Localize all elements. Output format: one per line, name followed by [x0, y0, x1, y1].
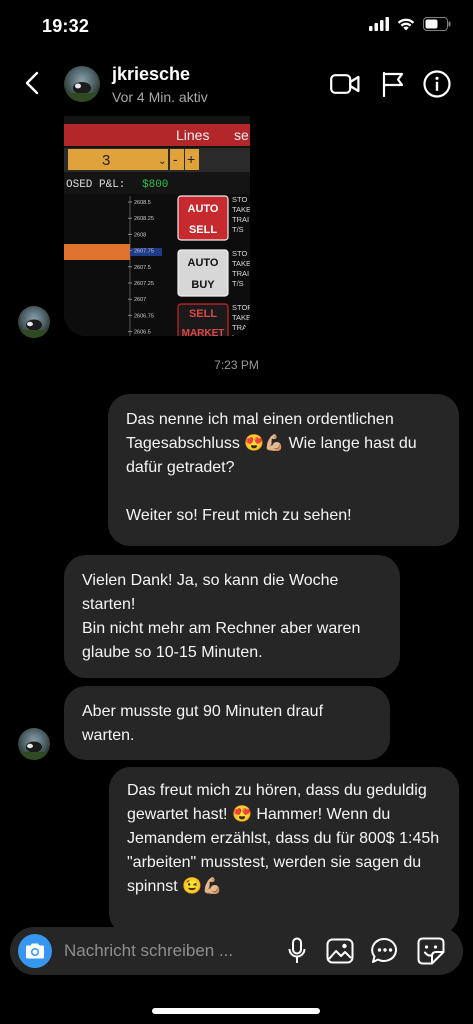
side-label: STO: [232, 195, 247, 204]
sticker-icon[interactable]: [416, 936, 446, 966]
photo-pnl-label: OSED P&L:: [66, 179, 125, 191]
ladder-price: 2607.75: [134, 249, 154, 255]
message-text: Aber musste gut 90 Minuten drauf warten.: [82, 703, 324, 744]
side-label: STO: [232, 249, 247, 258]
battery-icon: [423, 17, 451, 36]
avatar[interactable]: [18, 728, 50, 760]
chat-header: jkriesche Vor 4 Min. aktiv: [0, 52, 473, 116]
side-label: TRAI: [232, 269, 249, 278]
svg-text:+: +: [187, 151, 195, 167]
status-icons: [369, 17, 451, 36]
ladder-price: 2607.5: [134, 265, 151, 271]
ladder-price: 2608: [134, 232, 146, 238]
side-label: TRAI: [232, 215, 249, 224]
svg-text:-: -: [173, 151, 178, 167]
message-bubble-outgoing[interactable]: Das freut mich zu hören, dass du geduldi…: [109, 767, 459, 935]
side-label: TAKE: [232, 313, 250, 322]
wifi-icon: [397, 17, 415, 36]
contact-username[interactable]: jkriesche: [112, 64, 190, 85]
info-icon[interactable]: [421, 68, 453, 100]
photo-tab-label: Lines: [176, 127, 209, 143]
side-label: T/S: [232, 333, 244, 336]
message-timestamp: 7:23 PM: [214, 358, 259, 372]
microphone-icon[interactable]: [282, 936, 312, 966]
message-input[interactable]: [64, 927, 264, 975]
auto-buy-label-2: BUY: [191, 279, 215, 291]
side-label: TAKE: [232, 259, 250, 268]
ladder-price: 2606.75: [134, 313, 154, 319]
message-bubble-outgoing[interactable]: Das nenne ich mal einen ordentlichen Tag…: [108, 394, 459, 546]
auto-buy-label-1: AUTO: [188, 257, 219, 269]
auto-sell-label-2: SELL: [189, 224, 217, 236]
stop-take-labels: STOTAKETRAIT/SSTOTAKETRAIT/SSTOPTAKETRAI…: [232, 195, 250, 336]
ladder-price: 2607.25: [134, 281, 154, 287]
home-indicator: [152, 1008, 320, 1014]
status-bar: 19:32: [0, 0, 473, 52]
status-time: 19:32: [42, 16, 90, 36]
back-chevron-icon[interactable]: [20, 68, 46, 98]
avatar[interactable]: [18, 306, 50, 338]
camera-icon[interactable]: [18, 934, 52, 968]
auto-sell-label-1: AUTO: [188, 203, 219, 215]
side-label: T/S: [232, 225, 244, 234]
message-text: Das nenne ich mal einen ordentlichen Tag…: [126, 411, 417, 524]
message-bubble-incoming[interactable]: Aber musste gut 90 Minuten drauf warten.: [64, 686, 390, 760]
photo-quantity: 3: [102, 152, 110, 169]
message-composer: [10, 927, 463, 975]
ladder-price: 2608.25: [134, 216, 154, 222]
ladder-price: 2606.5: [134, 330, 151, 336]
side-label: TRAI: [232, 323, 249, 332]
activity-status: Vor 4 Min. aktiv: [112, 89, 208, 105]
message-text: Vielen Dank! Ja, so kann die Woche start…: [82, 572, 361, 661]
photo-tab-label-2: se: [234, 127, 249, 143]
ladder-price: 2608.5: [134, 200, 151, 206]
side-label: TAKE: [232, 205, 250, 214]
side-label: T/S: [232, 279, 244, 288]
chat-bubble-icon[interactable]: [370, 936, 400, 966]
ladder-price: 2607: [134, 297, 146, 303]
gallery-icon[interactable]: [325, 936, 355, 966]
shared-photo-message[interactable]: Lines se 3 ⌄ - + OSED P&L: $800 2608.5 26…: [64, 116, 250, 336]
flag-icon[interactable]: [377, 68, 409, 100]
cellular-signal-icon: [369, 17, 389, 36]
side-label: STOP: [232, 303, 250, 312]
sell-market-label-1: SELL: [189, 308, 217, 320]
svg-text:⌄: ⌄: [158, 156, 166, 167]
video-call-icon[interactable]: [329, 68, 361, 100]
sell-market-label-2: MARKET: [182, 328, 225, 336]
avatar[interactable]: [64, 66, 100, 102]
photo-pnl-value: $800: [142, 179, 168, 191]
message-text: Das freut mich zu hören, dass du geduldi…: [127, 782, 440, 895]
message-bubble-incoming[interactable]: Vielen Dank! Ja, so kann die Woche start…: [64, 555, 400, 678]
